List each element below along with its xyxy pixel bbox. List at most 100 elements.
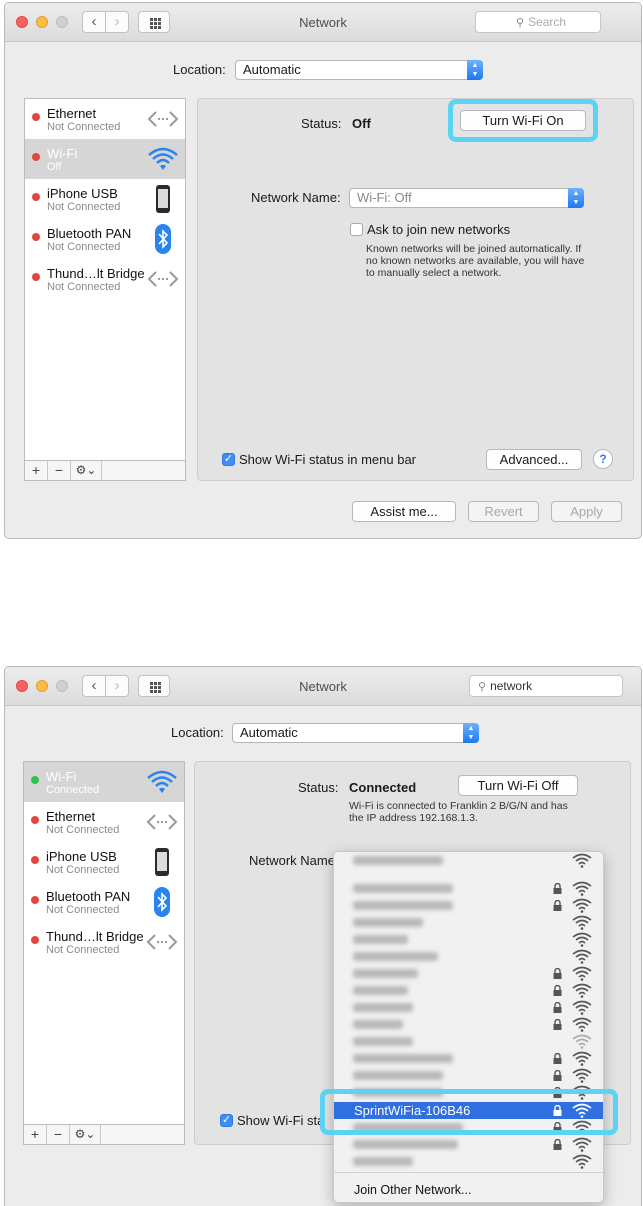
network-name-popup[interactable]: Wi-Fi: Off ▲ ▼ — [349, 188, 584, 208]
search-field[interactable]: ⚲ Search — [475, 11, 601, 33]
network-window-wifi-off: ‹ › Network ⚲ Search Location: Automatic … — [4, 2, 642, 539]
add-service-button[interactable]: + — [24, 1125, 47, 1144]
status-dot — [32, 273, 40, 281]
sidebar-item-iphone-usb[interactable]: iPhone USB Not Connected — [25, 179, 185, 219]
wifi-signal-icon — [572, 949, 592, 964]
ask-join-checkbox[interactable] — [350, 223, 363, 236]
sidebar-item-iphone-usb[interactable]: iPhone USB Not Connected — [24, 842, 184, 882]
network-row[interactable] — [334, 897, 603, 914]
network-row[interactable] — [334, 1050, 603, 1067]
blurred-network-name — [353, 1020, 403, 1029]
join-other-network-item[interactable]: Join Other Network... — [354, 1183, 471, 1197]
network-row[interactable] — [334, 965, 603, 982]
network-row[interactable] — [334, 931, 603, 948]
service-name: Bluetooth PAN — [46, 889, 131, 904]
location-value: Automatic — [243, 62, 301, 77]
gear-menu-button[interactable]: ⚙︎⌄ — [70, 1125, 101, 1144]
service-status: Not Connected — [46, 864, 120, 876]
blurred-network-name — [353, 1071, 443, 1080]
blurred-network-name — [353, 1140, 458, 1149]
gear-menu-button[interactable]: ⚙︎⌄ — [71, 461, 102, 480]
service-status: Not Connected — [47, 201, 121, 213]
status-dot — [31, 936, 39, 944]
status-dot — [32, 113, 40, 121]
turn-wifi-off-button[interactable]: Turn Wi-Fi Off — [458, 775, 578, 796]
service-status: Not Connected — [46, 904, 120, 916]
lock-icon — [553, 1053, 562, 1064]
show-wifi-status-label: Show Wi-Fi status in menu bar — [239, 452, 417, 467]
sidebar-item-wifi[interactable]: Wi-Fi Connected — [24, 762, 184, 802]
network-row[interactable] — [334, 914, 603, 931]
blurred-network-name — [353, 856, 443, 865]
blurred-network-name — [353, 901, 453, 910]
search-field[interactable]: ⚲ network — [469, 675, 623, 697]
remove-service-button[interactable]: − — [48, 461, 71, 480]
network-row[interactable] — [334, 982, 603, 999]
sidebar-item-thunderbolt-bridge[interactable]: Thund…lt Bridge Not Connected — [25, 259, 185, 299]
sidebar-footer: + − ⚙︎⌄ — [24, 1124, 184, 1144]
service-name: iPhone USB — [46, 849, 117, 864]
sidebar-item-wifi[interactable]: Wi-Fi Off — [25, 139, 185, 179]
service-name: Bluetooth PAN — [47, 226, 132, 241]
lock-icon — [553, 900, 562, 911]
network-row[interactable] — [334, 880, 603, 897]
network-row[interactable] — [334, 999, 603, 1016]
menu-divider — [334, 1172, 603, 1173]
checkmark-icon: ✓ — [221, 1114, 232, 1126]
show-wifi-status-label: Show Wi-Fi sta — [237, 1113, 325, 1128]
wifi-signal-icon — [572, 1137, 592, 1152]
sidebar-item-bluetooth-pan[interactable]: Bluetooth PAN Not Connected — [25, 219, 185, 259]
lock-icon — [553, 883, 562, 894]
blurred-network-name — [353, 952, 438, 961]
thunderbolt-bridge-icon — [146, 934, 178, 950]
blurred-network-name — [353, 969, 418, 978]
network-row[interactable] — [334, 852, 603, 869]
sidebar-item-bluetooth-pan[interactable]: Bluetooth PAN Not Connected — [24, 882, 184, 922]
add-service-button[interactable]: + — [25, 461, 48, 480]
wifi-signal-icon — [572, 966, 592, 981]
advanced-button[interactable]: Advanced... — [486, 449, 582, 470]
wifi-signal-icon — [572, 1051, 592, 1066]
service-status: Not Connected — [47, 241, 121, 253]
wifi-signal-icon — [572, 983, 592, 998]
bluetooth-icon — [154, 887, 170, 917]
sidebar-item-ethernet[interactable]: Ethernet Not Connected — [24, 802, 184, 842]
revert-button[interactable]: Revert — [468, 501, 539, 522]
location-popup[interactable]: Automatic ▲ ▼ — [232, 723, 479, 743]
ask-join-label: Ask to join new networks — [367, 222, 511, 237]
blurred-network-name — [353, 1054, 453, 1063]
service-status: Not Connected — [47, 121, 121, 133]
show-wifi-status-checkbox[interactable]: ✓ — [220, 1114, 233, 1127]
service-name: Ethernet — [47, 106, 97, 121]
thunderbolt-bridge-icon — [147, 271, 179, 287]
title-bar: ‹ › Network ⚲ Search — [5, 3, 641, 42]
popup-arrows-icon: ▲ ▼ — [463, 723, 479, 743]
network-row[interactable] — [334, 1016, 603, 1033]
sidebar-footer: + − ⚙︎⌄ — [25, 460, 185, 480]
wifi-signal-icon — [572, 853, 592, 868]
network-row[interactable] — [334, 948, 603, 965]
status-dot — [31, 896, 39, 904]
assist-me-button[interactable]: Assist me... — [352, 501, 456, 522]
help-button[interactable]: ? — [593, 449, 613, 469]
wifi-signal-icon — [572, 915, 592, 930]
remove-service-button[interactable]: − — [47, 1125, 70, 1144]
status-dot — [32, 193, 40, 201]
network-row[interactable] — [334, 1067, 603, 1084]
network-row[interactable] — [334, 1033, 603, 1050]
network-row[interactable] — [334, 1136, 603, 1153]
network-row[interactable] — [334, 1153, 603, 1170]
sidebar-item-thunderbolt-bridge[interactable]: Thund…lt Bridge Not Connected — [24, 922, 184, 962]
blurred-network-name — [353, 986, 408, 995]
lock-icon — [553, 985, 562, 996]
wifi-signal-icon — [572, 932, 592, 947]
location-label: Location: — [171, 725, 224, 740]
show-wifi-status-checkbox[interactable]: ✓ — [222, 453, 235, 466]
sidebar-item-ethernet[interactable]: Ethernet Not Connected — [25, 99, 185, 139]
status-label: Status: — [301, 116, 342, 131]
location-popup[interactable]: Automatic ▲ ▼ — [235, 60, 483, 80]
title-bar: ‹ › Network ⚲ network — [5, 667, 641, 706]
apply-button[interactable]: Apply — [551, 501, 622, 522]
service-name: Wi-Fi — [47, 146, 78, 161]
blurred-network-name — [353, 1003, 413, 1012]
